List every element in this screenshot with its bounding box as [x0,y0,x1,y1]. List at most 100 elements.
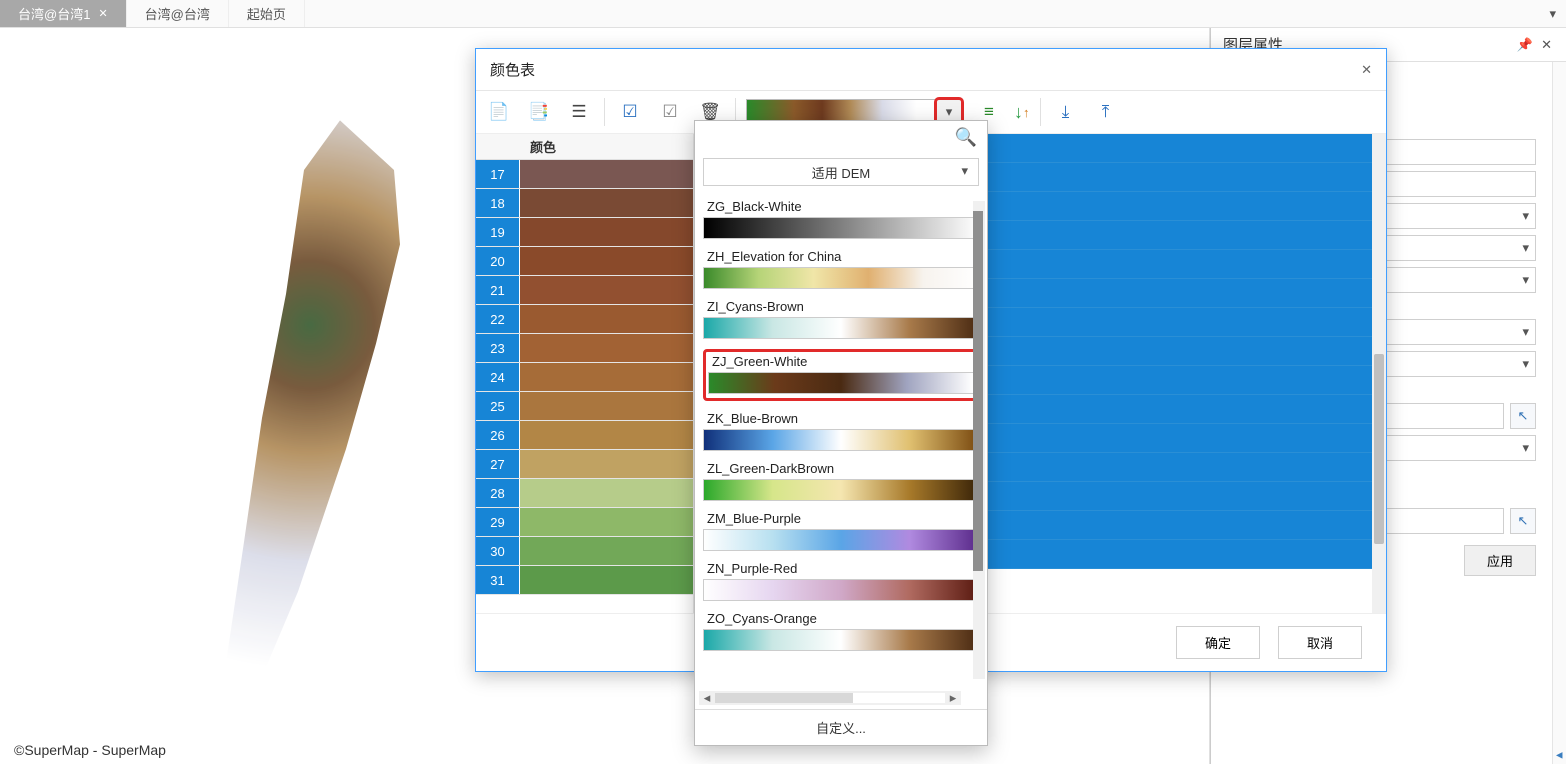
gradient-list[interactable]: ZG_Black-White ZH_Elevation for China ZI_C… [695,191,987,709]
table-row[interactable]: 19 [476,218,693,247]
table-row[interactable]: 18 [476,189,693,218]
row-index: 27 [476,450,520,478]
scrollbar-thumb[interactable] [973,211,983,571]
gradient-swatch [708,372,974,394]
gradient-item[interactable]: ZI_Cyans-Brown [703,299,979,339]
bg-picker-button[interactable]: ↖ [1510,508,1536,534]
row-index: 30 [476,537,520,565]
row-index: 28 [476,479,520,507]
table-row[interactable]: 25 [476,392,693,421]
row-index: 19 [476,218,520,246]
scale-picker-button[interactable]: ↖ [1510,403,1536,429]
table-row[interactable]: 21 [476,276,693,305]
gradient-item[interactable]: ZN_Purple-Red [703,561,979,601]
row-index: 20 [476,247,520,275]
row-color-swatch[interactable] [520,276,693,304]
pin-icon[interactable]: 📌 [1513,37,1537,53]
table-row[interactable]: 28 [476,479,693,508]
row-index: 23 [476,334,520,362]
gradient-item[interactable]: ZO_Cyans-Orange [703,611,979,651]
row-color-swatch[interactable] [520,479,693,507]
map-render-placeholder [160,108,460,728]
gradient-search-row: 🔍 [695,121,987,153]
row-color-swatch[interactable] [520,247,693,275]
tab-taiwan[interactable]: 台湾@台湾 [127,0,229,27]
table-row[interactable]: 20 [476,247,693,276]
dialog-header[interactable]: 颜色表 ✕ [476,49,1386,91]
row-color-swatch[interactable] [520,421,693,449]
table-row[interactable]: 22 [476,305,693,334]
hscroll-thumb[interactable] [715,693,853,703]
row-color-swatch[interactable] [520,392,693,420]
gradient-dropdown-popup: 🔍 适用 DEM ▾ ZG_Black-White ZH_Elevation fo… [694,120,988,746]
table-row[interactable]: 26 [476,421,693,450]
gradient-item-name: ZG_Black-White [707,199,979,214]
gradient-swatch [703,429,979,451]
import-icon[interactable]: ⤓ [1051,97,1081,127]
search-icon[interactable]: 🔍 [955,127,977,148]
cancel-button[interactable]: 取消 [1278,626,1362,659]
scroll-right-icon[interactable]: ▸ [945,690,961,706]
scroll-left-icon[interactable]: ◂ [699,690,715,706]
check-all-icon[interactable]: ☑ [615,97,645,127]
gradient-item[interactable]: ZJ_Green-White [703,349,979,401]
gradient-swatch [703,529,979,551]
row-color-swatch[interactable] [520,363,693,391]
gradient-item[interactable]: ZH_Elevation for China [703,249,979,289]
table-row[interactable]: 17 [476,160,693,189]
gradient-filter-combo[interactable]: 适用 DEM ▾ [703,158,979,186]
tab-taiwan-1[interactable]: 台湾@台湾1 ✕ [0,0,127,27]
chevron-down-icon: ▾ [1522,272,1529,288]
table-row[interactable]: 31 [476,566,693,595]
row-color-swatch[interactable] [520,450,693,478]
tab-label: 起始页 [247,4,286,23]
table-header: 颜色 [476,134,693,160]
row-color-swatch[interactable] [520,566,693,594]
export-icon[interactable]: ⤒ [1091,97,1121,127]
close-icon[interactable]: ✕ [98,7,107,20]
reverse-icon[interactable]: ↓↑ [1014,102,1030,123]
color-table-rows: 171819202122232425262728293031 [476,160,693,613]
gradient-custom-button[interactable]: 自定义... [695,709,987,745]
close-icon[interactable]: ✕ [1361,62,1372,78]
pointer-icon: ↖ [1518,513,1529,529]
row-color-swatch[interactable] [520,537,693,565]
gradient-swatch [703,579,979,601]
insert-row-icon[interactable]: ☰ [564,97,594,127]
row-color-swatch[interactable] [520,305,693,333]
tab-overflow-button[interactable]: ▾ [1539,0,1566,27]
table-row[interactable]: 30 [476,537,693,566]
apply-button[interactable]: 应用 [1464,545,1536,576]
gradient-item[interactable]: ZM_Blue-Purple [703,511,979,551]
row-index: 26 [476,421,520,449]
table-row[interactable]: 24 [476,363,693,392]
row-color-swatch[interactable] [520,218,693,246]
scrollbar-thumb[interactable] [1374,354,1384,544]
row-color-swatch[interactable] [520,160,693,188]
row-color-swatch[interactable] [520,508,693,536]
new-doc-icon[interactable]: 📄 [484,97,514,127]
gradient-filter-value: 适用 DEM [704,163,978,182]
table-row[interactable]: 27 [476,450,693,479]
gradient-swatch [703,317,979,339]
copy-icon[interactable]: 📑 [524,97,554,127]
panel-side-strip[interactable]: ▸ [1552,62,1566,764]
row-color-swatch[interactable] [520,334,693,362]
close-icon[interactable]: ✕ [1537,37,1556,53]
values-scrollbar[interactable] [1372,134,1386,613]
gradient-item[interactable]: ZG_Black-White [703,199,979,239]
table-row[interactable]: 29 [476,508,693,537]
table-row[interactable]: 23 [476,334,693,363]
row-color-swatch[interactable] [520,189,693,217]
gradient-item[interactable]: ZL_Green-DarkBrown [703,461,979,501]
gradient-scrollbar[interactable] [973,201,985,679]
gradient-item-name: ZI_Cyans-Brown [707,299,979,314]
gradient-swatch [703,629,979,651]
uncheck-all-icon[interactable]: ☑ [655,97,685,127]
chevron-down-icon: ▾ [1522,356,1529,372]
ok-button[interactable]: 确定 [1176,626,1260,659]
gradient-item[interactable]: ZK_Blue-Brown [703,411,979,451]
tab-start-page[interactable]: 起始页 [229,0,305,27]
gradient-hscrollbar[interactable]: ◂ ▸ [699,691,961,705]
tab-label: 台湾@台湾1 [18,4,90,23]
